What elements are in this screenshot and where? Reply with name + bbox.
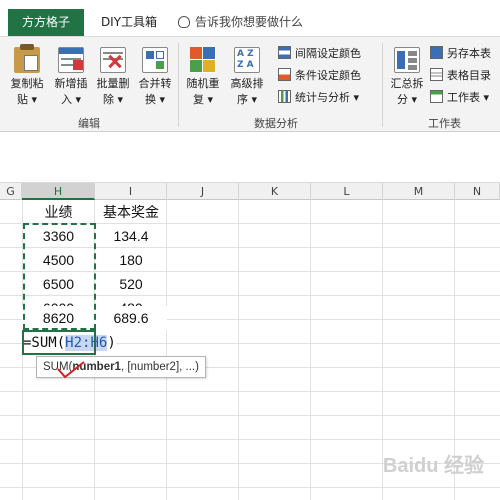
advanced-sort-icon: A Z Z A bbox=[234, 47, 260, 73]
merge-convert-button[interactable]: 合并转 换 ▾ bbox=[134, 43, 176, 111]
condition-color-label: 条件设定颜色 bbox=[295, 69, 361, 82]
column-header-k[interactable]: K bbox=[239, 183, 311, 200]
worksheet-button[interactable]: 工作表 ▾ bbox=[430, 89, 489, 107]
watermark-logo: Baidu 经验 bbox=[382, 455, 484, 477]
copy-paste-button[interactable]: 复制粘 贴 ▾ bbox=[6, 43, 48, 111]
random-repeat-label-2: 复 ▾ bbox=[192, 93, 214, 106]
random-repeat-icon bbox=[190, 47, 216, 73]
interval-color-label: 间隔设定颜色 bbox=[295, 47, 361, 60]
column-header-j[interactable]: J bbox=[167, 183, 239, 200]
cell-i6[interactable]: 689.6 bbox=[95, 306, 167, 330]
active-cell-border bbox=[22, 330, 96, 355]
merge-convert-label: 合并转 bbox=[138, 77, 172, 90]
sheet-index-label: 表格目录 bbox=[447, 69, 491, 82]
merge-convert-label-2: 换 ▾ bbox=[144, 93, 166, 106]
ribbon-tab-bar: 方方格子 DIY工具箱 告诉我你想要做什么 bbox=[0, 0, 500, 36]
ribbon: 复制粘 贴 ▾ 新增插 入 ▾ 批量删 除 ▾ 合并转 换 ▾ 编辑 随机重 复… bbox=[0, 36, 500, 132]
statistics-button[interactable]: 统计与分析 ▾ bbox=[278, 89, 359, 107]
statistics-icon bbox=[278, 90, 291, 103]
random-repeat-button[interactable]: 随机重 复 ▾ bbox=[182, 43, 224, 111]
column-header-i[interactable]: I bbox=[95, 183, 167, 200]
column-header-n[interactable]: N bbox=[455, 183, 500, 200]
save-sheet-icon bbox=[430, 46, 443, 59]
advanced-sort-button[interactable]: A Z Z A 高级排 序 ▾ bbox=[226, 43, 268, 111]
insert-rows-icon bbox=[58, 47, 84, 73]
column-header-h[interactable]: H bbox=[22, 183, 95, 200]
interval-color-button[interactable]: 间隔设定颜色 bbox=[278, 45, 361, 63]
edit-group-label: 编辑 bbox=[78, 117, 100, 130]
tab-diy-toolbox[interactable]: DIY工具箱 bbox=[90, 9, 168, 36]
tell-me-text: 告诉我你想要做什么 bbox=[195, 15, 304, 29]
batch-delete-icon bbox=[100, 47, 126, 73]
worksheet-label: 工作表 ▾ bbox=[447, 91, 490, 104]
advanced-sort-label-2: 序 ▾ bbox=[236, 93, 258, 106]
insert-button[interactable]: 新增插 入 ▾ bbox=[50, 43, 92, 111]
summary-split-label: 汇总拆 bbox=[390, 77, 424, 90]
merge-convert-icon bbox=[142, 47, 168, 73]
red-check-annotation-icon bbox=[57, 361, 85, 379]
lightbulb-icon bbox=[178, 16, 190, 28]
save-sheet-label: 另存本表 bbox=[447, 47, 491, 60]
sheet-index-icon bbox=[430, 68, 443, 81]
cell-i1-header[interactable]: 基本奖金 bbox=[95, 200, 167, 224]
batch-delete-button[interactable]: 批量删 除 ▾ bbox=[92, 43, 134, 111]
tell-me-search[interactable]: 告诉我你想要做什么 bbox=[178, 9, 303, 36]
summary-split-icon bbox=[394, 47, 420, 73]
condition-color-icon bbox=[278, 68, 291, 81]
clipboard-icon bbox=[14, 44, 40, 73]
formula-bar-area bbox=[0, 132, 500, 182]
save-sheet-button[interactable]: 另存本表 bbox=[430, 45, 491, 63]
advanced-sort-label: 高级排 bbox=[230, 77, 264, 90]
analysis-group-label: 数据分析 bbox=[254, 117, 298, 130]
cell-i4[interactable]: 520 bbox=[95, 272, 167, 296]
condition-color-button[interactable]: 条件设定颜色 bbox=[278, 67, 361, 85]
column-header-l[interactable]: L bbox=[311, 183, 383, 200]
cell-h1-header[interactable]: 业绩 bbox=[22, 200, 95, 224]
statistics-label: 统计与分析 ▾ bbox=[295, 91, 360, 104]
sheet-group-label: 工作表 bbox=[428, 117, 461, 130]
formula-suffix: ) bbox=[107, 335, 116, 351]
summary-split-button[interactable]: 汇总拆 分 ▾ bbox=[386, 43, 428, 111]
interval-color-icon bbox=[278, 46, 291, 59]
column-header-m[interactable]: M bbox=[383, 183, 455, 200]
column-header-g[interactable]: G bbox=[0, 183, 22, 200]
sheet-index-button[interactable]: 表格目录 bbox=[430, 67, 491, 85]
worksheet-icon bbox=[430, 90, 443, 103]
column-header-row: G H I J K L M N bbox=[0, 182, 500, 200]
copy-paste-label: 复制粘 bbox=[10, 77, 44, 90]
selected-range-marquee bbox=[23, 223, 96, 330]
cell-i2[interactable]: 134.4 bbox=[95, 224, 167, 248]
random-repeat-label: 随机重 bbox=[186, 77, 220, 90]
tooltip-other-args: , [number2], ...) bbox=[120, 361, 199, 373]
tab-fangfanggezi[interactable]: 方方格子 bbox=[8, 9, 84, 36]
copy-paste-label-2: 贴 ▾ bbox=[16, 93, 38, 106]
summary-split-label-2: 分 ▾ bbox=[396, 93, 418, 106]
cell-i3[interactable]: 180 bbox=[95, 248, 167, 272]
